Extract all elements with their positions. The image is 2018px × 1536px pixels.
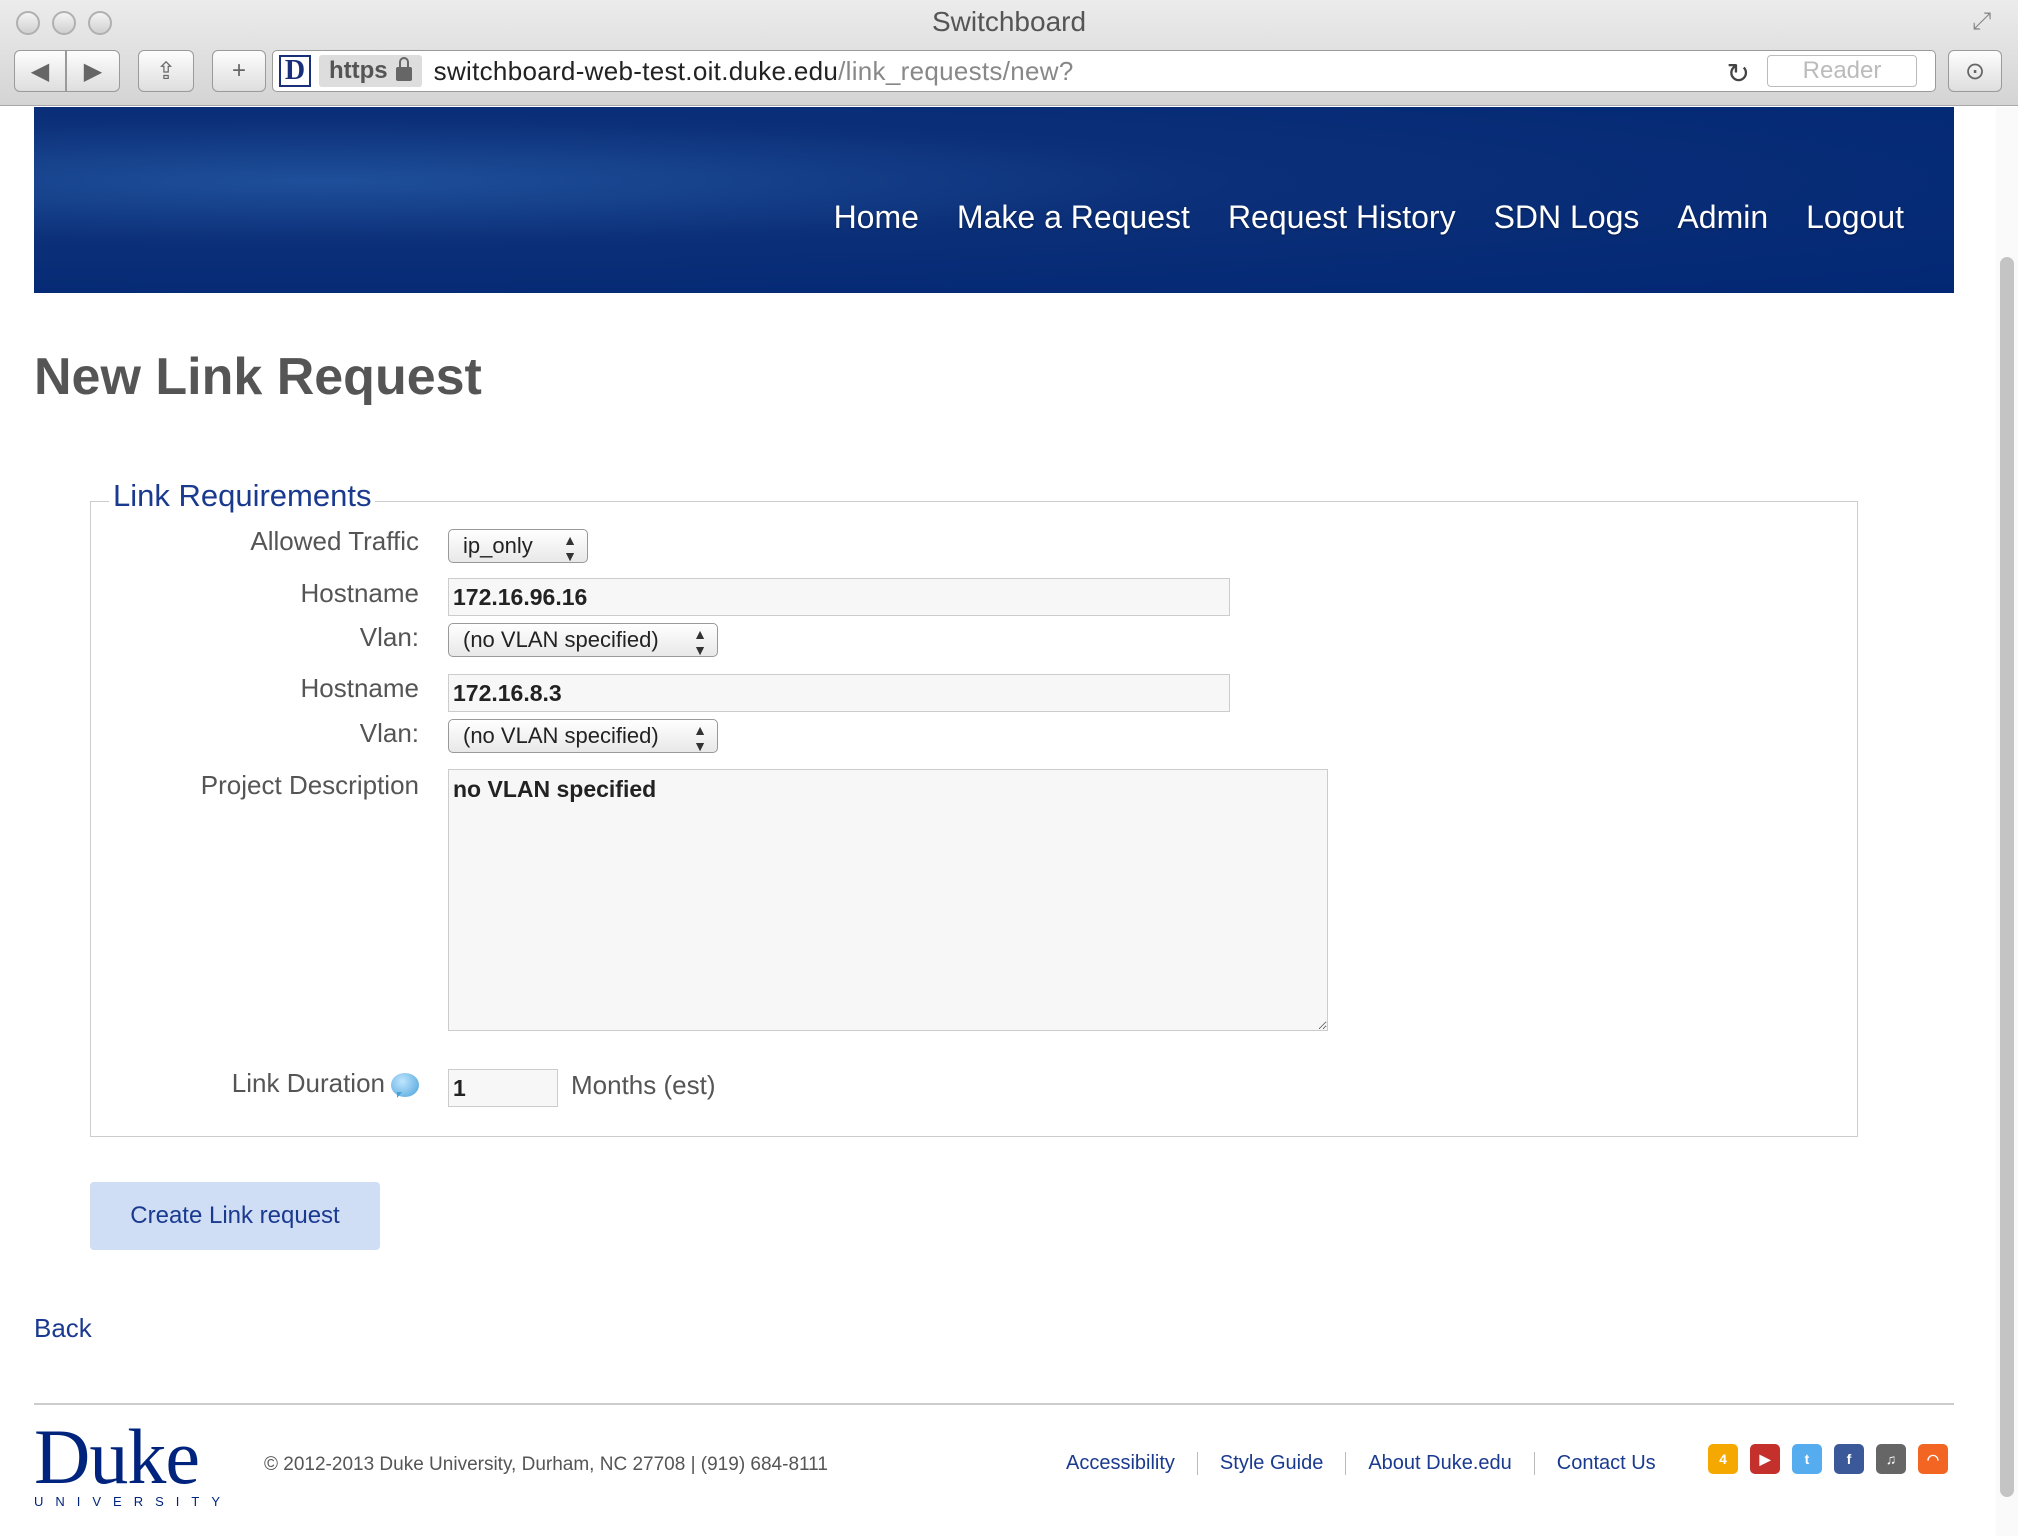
page-title: New Link Request [34,348,482,406]
link-requirements-fieldset: Link Requirements Allowed Traffic ip_onl… [90,478,1858,1137]
help-bubble-icon[interactable] [391,1073,419,1099]
foursquare-icon[interactable]: 4 [1708,1444,1738,1474]
arrow-left-icon: ◀ [30,57,50,85]
footer-link-contact[interactable]: Contact Us [1533,1452,1678,1475]
allowed-traffic-value: ip_only [463,533,533,558]
twitter-icon[interactable]: t [1792,1444,1822,1474]
allowed-traffic-select[interactable]: ip_only ▲ ▼ [448,529,588,564]
lock-icon [395,57,412,81]
link-duration-label-text: Link Duration [231,1068,385,1098]
rss-icon[interactable]: ◠ [1918,1444,1948,1474]
duke-logo-word: Duke [34,1413,200,1500]
fullscreen-icon[interactable]: ⤢ [1972,8,2000,36]
vlan-1-value: (no VLAN specified) [463,627,659,652]
main-nav: Home Make a Request Request History SDN … [834,199,1904,236]
https-badge: https [319,55,422,87]
allowed-traffic-label: Allowed Traffic [250,526,419,556]
vlan-2-value: (no VLAN specified) [463,723,659,748]
back-button[interactable]: ◀ [14,50,66,92]
hostname-1-label: Hostname [300,578,420,608]
vlan-1-select[interactable]: (no VLAN specified) ▲ ▼ [448,623,718,658]
header-banner: Home Make a Request Request History SDN … [34,107,1954,293]
https-label: https [329,57,388,84]
url-path: /link_requests/new? [838,55,1074,86]
select-arrows-icon: ▲ ▼ [563,532,577,564]
address-bar[interactable]: D https switchboard-web-test.oit.duke.ed… [272,50,1936,92]
reader-button[interactable]: Reader [1767,55,1917,87]
share-icon: ⇪ [155,57,177,85]
scrollbar-thumb[interactable] [2000,257,2014,1497]
nav-logout[interactable]: Logout [1806,199,1904,236]
downloads-button[interactable]: ⊙ [1948,50,2002,92]
duke-logo[interactable]: Duke UNIVERSITY [34,1413,233,1510]
site-favicon-icon: D [279,55,311,87]
page-content: Home Make a Request Request History SDN … [0,107,2018,1536]
link-duration-input[interactable] [448,1069,558,1107]
reload-icon[interactable]: ↻ [1727,57,1750,90]
add-tab-button[interactable]: + [212,50,266,92]
window-titlebar: Switchboard ⤢ ◀ ▶ ⇪ + D https switchboar… [0,0,2018,106]
nav-sdn-logs[interactable]: SDN Logs [1494,199,1640,236]
footer-link-style-guide[interactable]: Style Guide [1196,1452,1345,1475]
footer-link-accessibility[interactable]: Accessibility [1066,1452,1197,1475]
itunes-icon[interactable]: ♫ [1876,1444,1906,1474]
url-text[interactable]: switchboard-web-test.oit.duke.edu/link_r… [434,56,1074,87]
share-button[interactable]: ⇪ [138,50,194,92]
hostname-1-input[interactable] [448,578,1230,616]
nav-request-history[interactable]: Request History [1228,199,1456,236]
select-arrows-icon: ▲ ▼ [693,722,707,754]
forward-button[interactable]: ▶ [66,50,120,92]
nav-make-a-request[interactable]: Make a Request [957,199,1190,236]
footer-links: Accessibility Style Guide About Duke.edu… [1066,1452,1678,1475]
vlan-2-select[interactable]: (no VLAN specified) ▲ ▼ [448,719,718,754]
arrow-right-icon: ▶ [83,57,103,85]
duke-logo-subtitle: UNIVERSITY [34,1494,233,1509]
create-link-request-button[interactable]: Create Link request [90,1182,380,1250]
nav-home[interactable]: Home [834,199,919,236]
vlan-2-label: Vlan: [359,718,419,748]
plus-icon: + [231,57,246,84]
link-duration-label: Link Duration [59,1068,419,1099]
social-icons: 4 ▶ t f ♫ ◠ [1708,1444,1948,1474]
project-description-textarea[interactable]: no VLAN specified [448,769,1328,1031]
facebook-icon[interactable]: f [1834,1444,1864,1474]
footer-divider [34,1403,1954,1405]
vlan-1-label: Vlan: [359,622,419,652]
select-arrows-icon: ▲ ▼ [693,626,707,658]
page-scrollbar[interactable] [1996,107,2018,1536]
copyright-text: © 2012-2013 Duke University, Durham, NC … [264,1454,828,1475]
download-icon: ⊙ [1964,57,1986,85]
hostname-2-input[interactable] [448,674,1230,712]
fieldset-legend: Link Requirements [109,478,376,514]
url-host: switchboard-web-test.oit.duke.edu [433,55,839,86]
hostname-2-label: Hostname [300,673,420,703]
project-description-label: Project Description [200,770,419,800]
youtube-icon[interactable]: ▶ [1750,1444,1780,1474]
window-title: Switchboard [931,6,1087,37]
footer-link-about[interactable]: About Duke.edu [1345,1452,1533,1475]
link-duration-unit: Months (est) [571,1070,716,1100]
back-link[interactable]: Back [34,1313,92,1344]
nav-admin[interactable]: Admin [1677,199,1768,236]
